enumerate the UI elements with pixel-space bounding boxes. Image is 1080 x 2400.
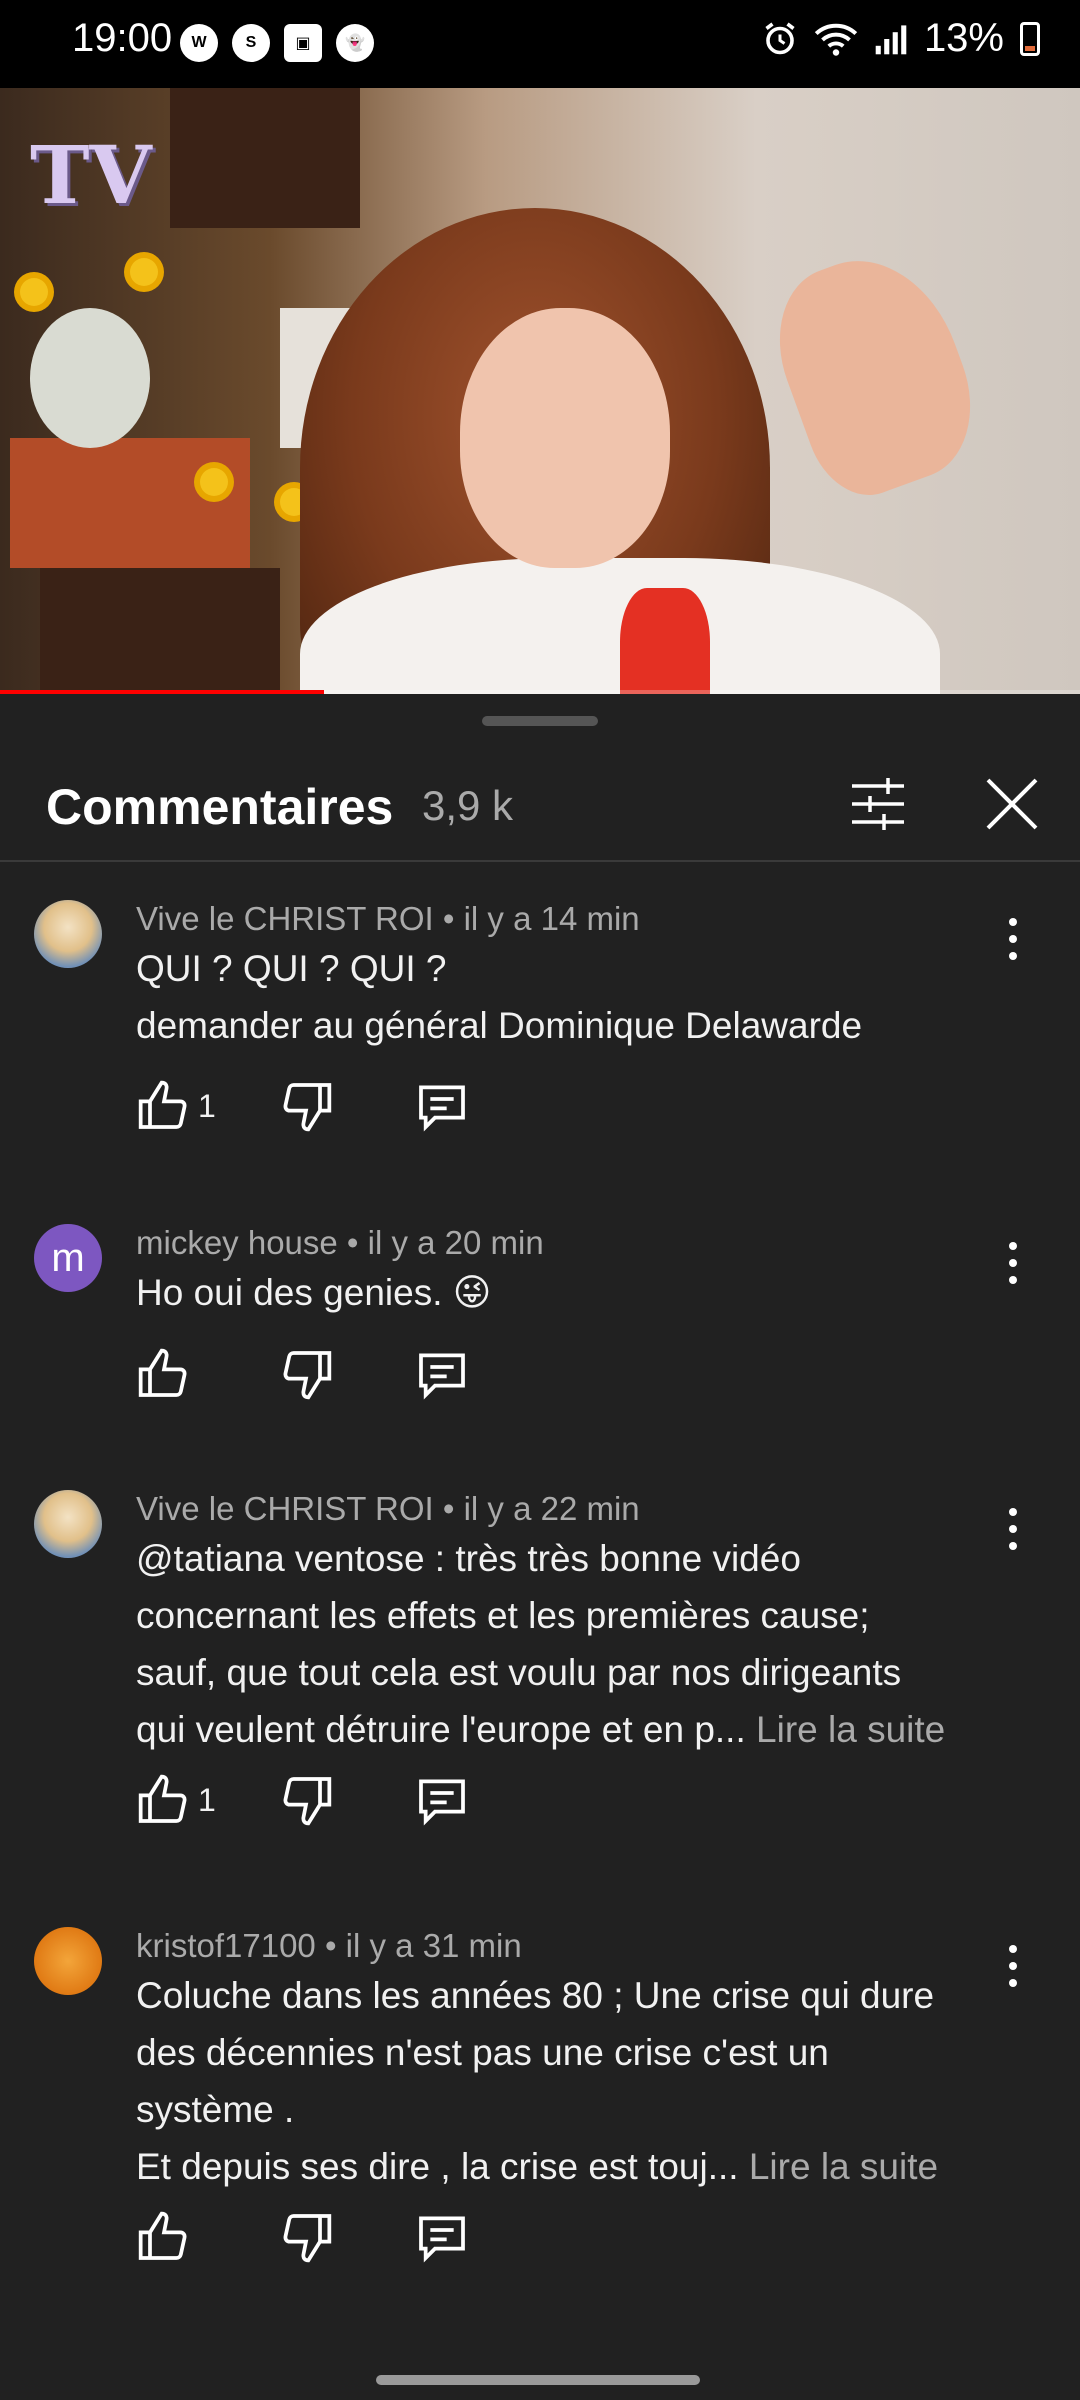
- like-count: 1: [198, 1087, 216, 1124]
- battery-percent: 13%: [923, 16, 1004, 60]
- comment-line: sauf, que tout cela est voulu par nos di…: [136, 1652, 902, 1693]
- comment-line: concernant les effets et les premières c…: [136, 1595, 870, 1636]
- poster: [10, 438, 250, 568]
- like-icon[interactable]: [136, 1078, 192, 1134]
- comment-meta[interactable]: mickey house • il y a 20 min: [136, 1224, 544, 1262]
- like-icon[interactable]: [136, 1772, 192, 1828]
- person-shirt: [620, 588, 710, 694]
- bookshelf-lower: [40, 568, 280, 694]
- comment-text: Coluche dans les années 80 ; Une crise q…: [136, 1967, 1006, 2195]
- dislike-icon[interactable]: [278, 2209, 334, 2265]
- reply-icon[interactable]: [414, 1772, 470, 1828]
- reply-icon[interactable]: [414, 2209, 470, 2265]
- avatar[interactable]: [34, 1490, 102, 1558]
- comment-text: @tatiana ventose : très très bonne vidéo…: [136, 1530, 1006, 1758]
- comment-actions: [136, 1346, 470, 1402]
- video-player[interactable]: TV: [0, 88, 1080, 694]
- comment-line-last: qui veulent détruire l'europe et en p...…: [136, 1701, 1006, 1758]
- dislike-icon[interactable]: [278, 1772, 334, 1828]
- gallery-icon: ▣: [284, 24, 322, 62]
- comment-meta[interactable]: Vive le CHRIST ROI • il y a 14 min: [136, 900, 640, 938]
- alarm-icon: [765, 22, 795, 54]
- avatar[interactable]: [34, 900, 102, 968]
- dislike-icon[interactable]: [278, 1078, 334, 1134]
- bookshelf: [170, 88, 360, 228]
- like-icon[interactable]: [136, 1346, 192, 1402]
- comments-title: Commentaires: [46, 779, 394, 835]
- shazam-icon: S: [232, 24, 270, 62]
- read-more-link[interactable]: Lire la suite: [749, 2146, 938, 2187]
- system-icons: 13%: [762, 16, 1040, 61]
- comment-meta[interactable]: Vive le CHRIST ROI • il y a 22 min: [136, 1490, 640, 1528]
- signal-icon: [875, 24, 907, 54]
- notification-icons: W S ▣ 👻: [180, 24, 374, 62]
- comment-line: Coluche dans les années 80 ; Une crise q…: [136, 1975, 935, 2016]
- avatar[interactable]: [34, 1927, 102, 1995]
- wreath: [30, 308, 150, 448]
- wifi-icon: [814, 23, 858, 56]
- drag-handle[interactable]: [482, 716, 598, 726]
- comment-text: QUI ? QUI ? QUI ? demander au général Do…: [136, 940, 1006, 1054]
- comment-line: qui veulent détruire l'europe et en p...: [136, 1709, 746, 1750]
- like-count: 1: [198, 1781, 216, 1818]
- flower: [200, 468, 228, 496]
- comment-line: demander au général Dominique Delawarde: [136, 1005, 863, 1046]
- status-bar: 19:00 W S ▣ 👻 13%: [0, 0, 1080, 88]
- close-icon[interactable]: [982, 774, 1042, 834]
- comment-line: Ho oui des genies. 😜: [136, 1272, 492, 1313]
- dislike-icon[interactable]: [278, 1346, 334, 1402]
- like-icon[interactable]: [136, 2209, 192, 2265]
- battery-icon: [1020, 21, 1040, 56]
- home-indicator[interactable]: [376, 2375, 700, 2385]
- comments-header: Commentaires 3,9 k: [0, 750, 1080, 862]
- wecu-icon: W: [180, 24, 218, 62]
- comment-actions: 1: [136, 1772, 470, 1828]
- reply-icon[interactable]: [414, 1346, 470, 1402]
- flower: [130, 258, 158, 286]
- comments-count: 3,9 k: [422, 782, 514, 829]
- comment-line-last: Et depuis ses dire , la crise est touj..…: [136, 2138, 1006, 2195]
- snapchat-icon: 👻: [336, 24, 374, 62]
- person-face: [460, 308, 670, 568]
- comment-text: Ho oui des genies. 😜: [136, 1264, 1006, 1321]
- comment-actions: [136, 2209, 470, 2265]
- comment-line: des décennies n'est pas une crise c'est …: [136, 2032, 829, 2073]
- comment-line: QUI ? QUI ? QUI ?: [136, 948, 447, 989]
- comment-actions: 1: [136, 1078, 470, 1134]
- comment-line: @tatiana ventose : très très bonne vidéo: [136, 1538, 801, 1579]
- comments-panel: Commentaires 3,9 k Vive le CHRIST ROI • …: [0, 694, 1080, 2400]
- avatar[interactable]: m: [34, 1224, 102, 1292]
- flower: [20, 278, 48, 306]
- read-more-link[interactable]: Lire la suite: [756, 1709, 945, 1750]
- status-time: 19:00: [72, 16, 173, 60]
- channel-logo: TV: [30, 128, 152, 222]
- person-hand: [755, 235, 995, 511]
- comment-meta[interactable]: kristof17100 • il y a 31 min: [136, 1927, 522, 1965]
- filter-icon[interactable]: [848, 774, 908, 834]
- comment-line: système .: [136, 2089, 295, 2130]
- reply-icon[interactable]: [414, 1078, 470, 1134]
- comment-line: Et depuis ses dire , la crise est touj..…: [136, 2146, 739, 2187]
